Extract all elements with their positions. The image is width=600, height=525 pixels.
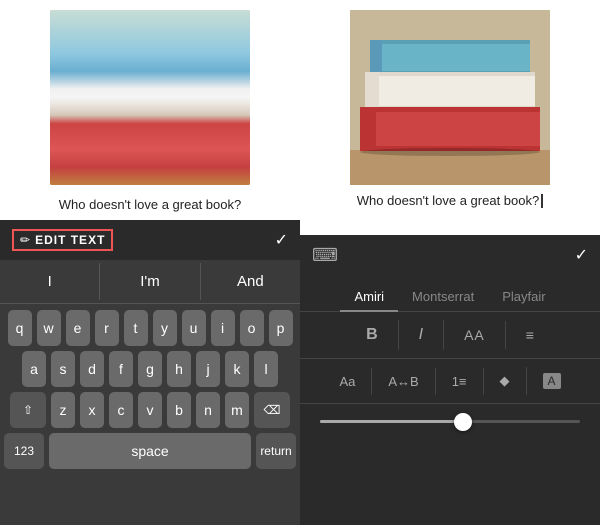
text-cursor [541, 194, 543, 208]
left-caption: Who doesn't love a great book? [59, 185, 241, 220]
key-123[interactable]: 123 [4, 433, 44, 469]
color-icon: ◆ [500, 373, 510, 389]
edit-text-left-group: ✏ EDIT TEXT [12, 229, 113, 251]
key-q[interactable]: q [8, 310, 32, 346]
slider-thumb[interactable] [454, 413, 472, 431]
bold-button[interactable]: B [346, 320, 399, 350]
keyboard-row-2: a s d f g h j k l [4, 351, 296, 387]
tools-row: Aa A↔B 1≡ ◆ A [300, 359, 600, 404]
key-l[interactable]: l [254, 351, 278, 387]
right-caption: Who doesn't love a great book? [357, 185, 543, 216]
key-shift[interactable]: ⇧ [10, 392, 46, 428]
slider-row [300, 404, 600, 439]
keyboard-row-1: q w e r t y u i o p [4, 310, 296, 346]
font-size-slider[interactable] [320, 420, 580, 423]
slider-fill [320, 420, 463, 423]
left-checkmark-button[interactable]: ✓ [275, 230, 288, 250]
font-size-label: Aa [339, 374, 355, 389]
font-montserrat[interactable]: Montserrat [398, 283, 488, 312]
key-t[interactable]: t [124, 310, 148, 346]
letter-spacing-button[interactable]: A↔B [372, 368, 435, 395]
italic-button[interactable]: I [399, 320, 444, 350]
key-c[interactable]: c [109, 392, 133, 428]
color-button[interactable]: ◆ [484, 367, 527, 395]
pencil-icon: ✏ [20, 233, 30, 247]
key-m[interactable]: m [225, 392, 249, 428]
style-buttons-row: B I AA ≡ [300, 312, 600, 359]
left-book-image [50, 10, 250, 185]
key-g[interactable]: g [138, 351, 162, 387]
edit-text-outline[interactable]: ✏ EDIT TEXT [12, 229, 113, 251]
edit-text-bar[interactable]: ✏ EDIT TEXT ✓ [0, 220, 300, 260]
right-checkmark-button[interactable]: ✓ [575, 245, 588, 265]
key-a[interactable]: a [22, 351, 46, 387]
key-b[interactable]: b [167, 392, 191, 428]
key-f[interactable]: f [109, 351, 133, 387]
left-phone-card: Who doesn't love a great book? [0, 0, 300, 220]
right-phone-card: Who doesn't love a great book? [300, 0, 600, 235]
key-x[interactable]: x [80, 392, 104, 428]
key-backspace[interactable]: ⌫ [254, 392, 290, 428]
key-j[interactable]: j [196, 351, 220, 387]
key-o[interactable]: o [240, 310, 264, 346]
edit-text-label: EDIT TEXT [35, 233, 105, 247]
key-y[interactable]: y [153, 310, 177, 346]
font-selector: Amiri Montserrat Playfair [300, 275, 600, 312]
keyboard-row-4: 123 space return [4, 433, 296, 469]
keyboard-icon[interactable]: ⌨ [312, 245, 338, 266]
letter-spacing-label: A↔B [388, 374, 418, 389]
suggestion-2[interactable]: I'm [100, 263, 200, 300]
line-height-label: 1≡ [452, 374, 467, 389]
font-amiri[interactable]: Amiri [340, 283, 398, 312]
key-p[interactable]: p [269, 310, 293, 346]
key-u[interactable]: u [182, 310, 206, 346]
suggestion-1[interactable]: I [0, 263, 100, 300]
key-v[interactable]: v [138, 392, 162, 428]
key-s[interactable]: s [51, 351, 75, 387]
toolbar-top-row: ⌨ ✓ [300, 235, 600, 275]
key-w[interactable]: w [37, 310, 61, 346]
key-z[interactable]: z [51, 392, 75, 428]
caps-button[interactable]: AA [444, 321, 506, 349]
keyboard-row-3: ⇧ z x c v b n m ⌫ [4, 392, 296, 428]
background-icon: A [543, 373, 561, 389]
right-panel: Who doesn't love a great book? ⌨ ✓ Amiri… [300, 0, 600, 525]
key-r[interactable]: r [95, 310, 119, 346]
key-n[interactable]: n [196, 392, 220, 428]
line-height-button[interactable]: 1≡ [436, 368, 484, 395]
key-h[interactable]: h [167, 351, 191, 387]
suggestion-3[interactable]: And [201, 263, 300, 300]
key-k[interactable]: k [225, 351, 249, 387]
key-i[interactable]: i [211, 310, 235, 346]
background-button[interactable]: A [527, 367, 577, 395]
key-space[interactable]: space [49, 433, 251, 469]
word-suggestions: I I'm And [0, 260, 300, 304]
align-button[interactable]: ≡ [506, 321, 554, 349]
font-size-button[interactable]: Aa [323, 368, 372, 395]
key-return[interactable]: return [256, 433, 296, 469]
key-d[interactable]: d [80, 351, 104, 387]
key-e[interactable]: e [66, 310, 90, 346]
formatting-toolbar: ⌨ ✓ Amiri Montserrat Playfair B I AA ≡ A… [300, 235, 600, 525]
left-panel: Who doesn't love a great book? ✏ EDIT TE… [0, 0, 300, 525]
right-book-image [350, 10, 550, 185]
font-playfair[interactable]: Playfair [488, 283, 559, 312]
keyboard: q w e r t y u i o p a s d f g h j k l ⇧ … [0, 304, 300, 525]
